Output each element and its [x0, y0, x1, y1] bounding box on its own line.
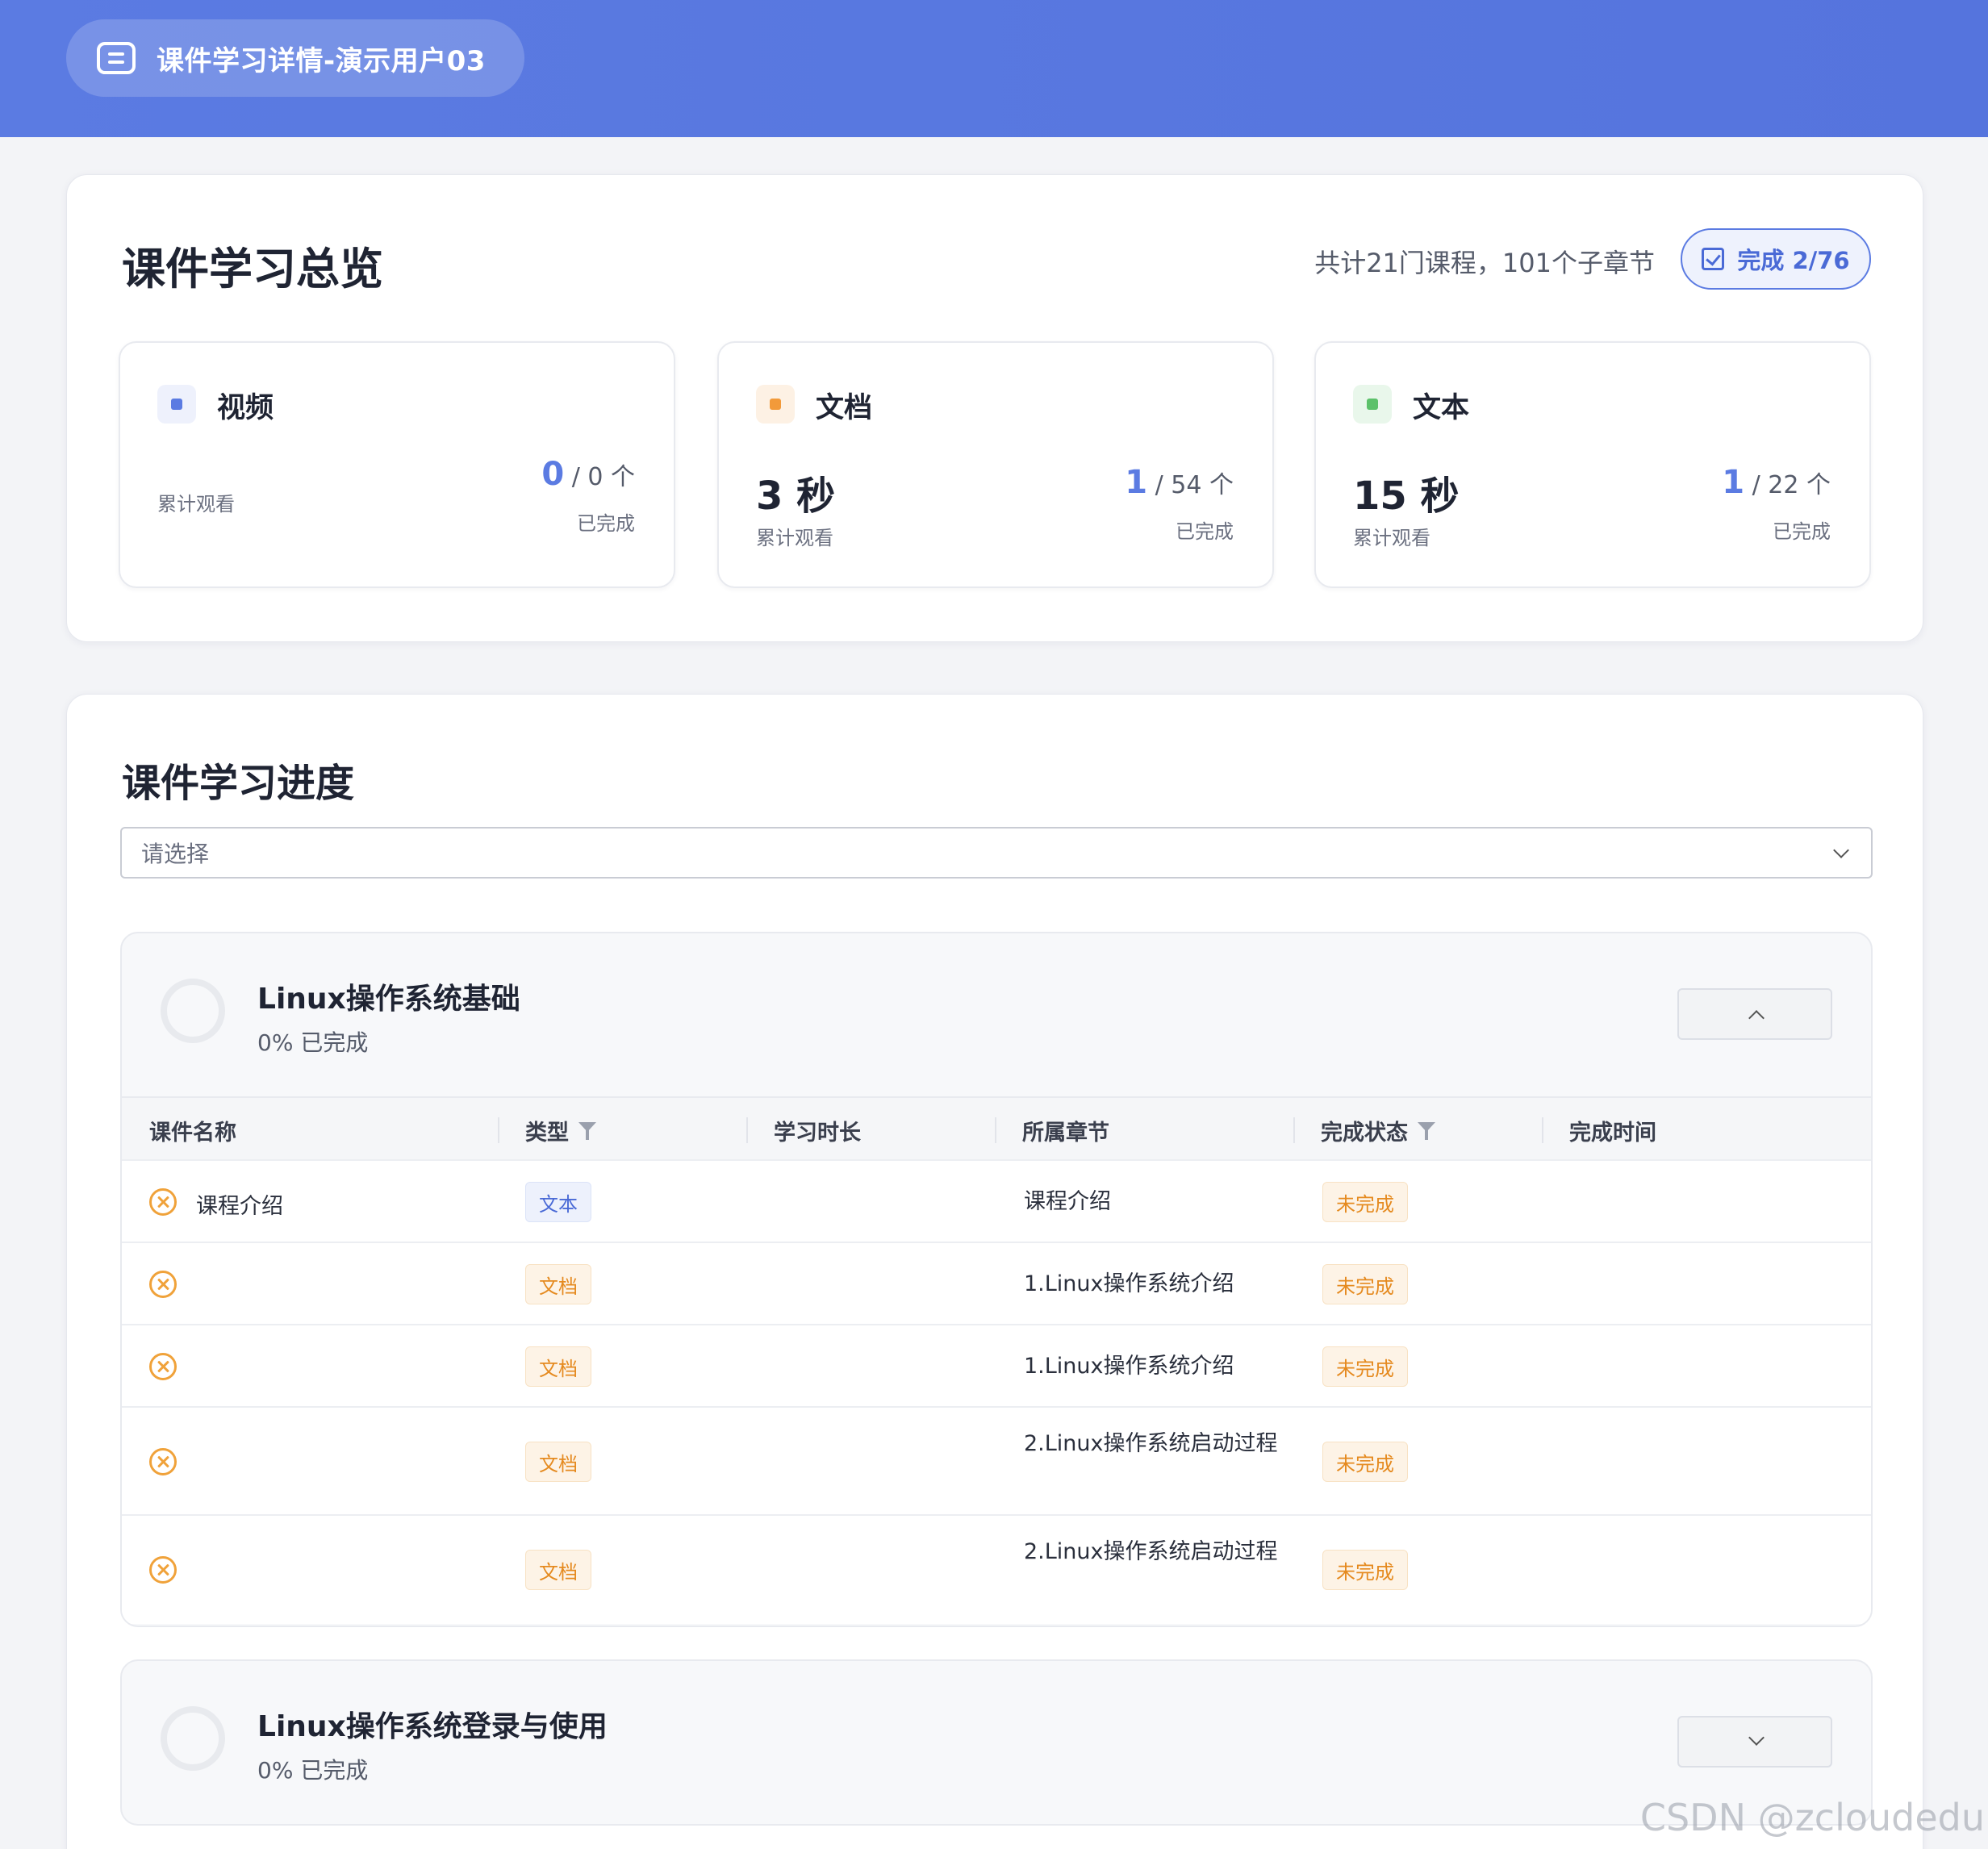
progress-ring [161, 979, 225, 1043]
video-icon [157, 385, 196, 424]
document-list-icon [97, 42, 136, 74]
stat-total-count: / 54 个 [1155, 471, 1234, 499]
table-row[interactable]: 文档 1.Linux操作系统介绍 未完成 [122, 1325, 1871, 1408]
chapter-name: 课程介绍 [1024, 1189, 1111, 1214]
collapse-button[interactable] [1677, 988, 1832, 1040]
status-badge: 未完成 [1322, 1264, 1408, 1304]
stat-watch-time: 15 秒 [1353, 474, 1460, 519]
table-row[interactable]: 文档 2.Linux操作系统启动过程 未完成 [122, 1516, 1871, 1624]
chapter-name: 1.Linux操作系统介绍 [1024, 1271, 1234, 1296]
stat-count: 1 / 54 个 [1125, 464, 1234, 501]
stat-card-video: 视频 累计观看 0 / 0 个 已完成 [119, 341, 675, 588]
column-header-name: 课件名称 [149, 1120, 236, 1146]
incomplete-icon [149, 1556, 177, 1584]
incomplete-icon [149, 1353, 177, 1380]
course-section: Linux操作系统基础 0% 已完成 课件名称 类型 学习时长 所属章节 完成状… [120, 932, 1873, 1627]
progress-card: 课件学习进度 请选择 Linux操作系统基础 0% 已完成 课件名称 类型 学习… [66, 694, 1923, 1849]
stat-watch-label: 累计观看 [756, 527, 833, 549]
course-section-title: Linux操作系统基础 [257, 983, 520, 1016]
type-tag: 文档 [525, 1264, 591, 1304]
overview-card: 课件学习总览 共计21门课程，101个子章节 完成 2/76 视频 累计观看 0… [66, 174, 1923, 642]
course-section-percent: 0% 已完成 [257, 1757, 369, 1784]
course-section-percent: 0% 已完成 [257, 1029, 369, 1056]
watermark: CSDN @zcloudedu [1639, 1796, 1985, 1839]
complete-progress-button[interactable]: 完成 2/76 [1681, 228, 1871, 290]
column-header-duration: 学习时长 [746, 1098, 861, 1162]
type-tag: 文档 [525, 1442, 591, 1482]
page-title-pill: 课件学习详情-演示用户03 [66, 19, 524, 97]
stat-card-text: 文本 15 秒 累计观看 1 / 22 个 已完成 [1314, 341, 1871, 588]
column-header-status[interactable]: 完成状态 [1293, 1098, 1435, 1162]
stat-done-count: 0 [541, 456, 565, 493]
column-header-finish-time: 完成时间 [1542, 1098, 1656, 1162]
stat-count: 0 / 0 个 [541, 456, 635, 493]
stat-done-count: 1 [1125, 464, 1148, 501]
document-icon [756, 385, 795, 424]
filter-icon[interactable] [1418, 1121, 1435, 1140]
stat-done-label: 已完成 [1176, 520, 1234, 543]
stat-done-label: 已完成 [577, 512, 635, 535]
stat-count: 1 / 22 个 [1722, 464, 1831, 501]
progress-title: 课件学习进度 [122, 761, 355, 806]
stat-done-count: 1 [1722, 464, 1745, 501]
stat-label: 文本 [1413, 392, 1470, 424]
course-section: Linux操作系统登录与使用 0% 已完成 [120, 1659, 1873, 1826]
type-tag: 文本 [525, 1182, 591, 1222]
stat-card-document: 文档 3 秒 累计观看 1 / 54 个 已完成 [717, 341, 1274, 588]
stat-total-count: / 22 个 [1752, 471, 1831, 499]
complete-progress-label: 完成 2/76 [1737, 247, 1850, 274]
column-header-type[interactable]: 类型 [498, 1098, 596, 1162]
top-banner: 课件学习详情-演示用户03 [0, 0, 1988, 137]
checkbox-icon [1702, 248, 1725, 270]
stat-done-label: 已完成 [1773, 520, 1831, 543]
status-badge: 未完成 [1322, 1346, 1408, 1387]
filter-icon[interactable] [578, 1121, 596, 1140]
table-row[interactable]: 文档 1.Linux操作系统介绍 未完成 [122, 1243, 1871, 1325]
stat-total-count: / 0 个 [571, 463, 635, 491]
expand-button[interactable] [1677, 1716, 1832, 1768]
incomplete-icon [149, 1448, 177, 1475]
overview-summary: 共计21门课程，101个子章节 [1314, 248, 1655, 278]
chevron-down-icon [1748, 1730, 1765, 1746]
type-tag: 文档 [525, 1550, 591, 1590]
type-tag: 文档 [525, 1346, 591, 1387]
status-badge: 未完成 [1322, 1550, 1408, 1590]
status-badge: 未完成 [1322, 1182, 1408, 1222]
table-row[interactable]: 文档 2.Linux操作系统启动过程 未完成 [122, 1408, 1871, 1516]
stat-label: 文档 [816, 392, 873, 424]
chapter-name: 2.Linux操作系统启动过程 [1024, 1431, 1278, 1456]
courseware-table: 课件名称 类型 学习时长 所属章节 完成状态 完成时间 课程介绍 文本 课程介绍… [122, 1096, 1871, 1624]
overview-title: 课件学习总览 [122, 244, 383, 294]
stat-watch-label: 累计观看 [1353, 527, 1430, 549]
stat-watch-time: 3 秒 [756, 474, 836, 519]
incomplete-icon [149, 1271, 177, 1298]
stat-label: 视频 [217, 392, 274, 424]
table-row[interactable]: 课程介绍 文本 课程介绍 未完成 [122, 1161, 1871, 1243]
page-title: 课件学习详情-演示用户03 [157, 44, 486, 77]
chevron-down-icon [1833, 842, 1849, 858]
chevron-up-icon [1748, 1010, 1765, 1026]
stat-watch-label: 累计观看 [157, 493, 235, 515]
course-select[interactable]: 请选择 [120, 827, 1873, 879]
column-header-chapter: 所属章节 [995, 1098, 1109, 1162]
table-header: 课件名称 类型 学习时长 所属章节 完成状态 完成时间 [122, 1096, 1871, 1162]
chapter-name: 2.Linux操作系统启动过程 [1024, 1539, 1278, 1564]
status-badge: 未完成 [1322, 1442, 1408, 1482]
chapter-name: 1.Linux操作系统介绍 [1024, 1354, 1234, 1379]
progress-ring [161, 1706, 225, 1771]
course-select-placeholder: 请选择 [141, 841, 210, 867]
text-icon [1353, 385, 1392, 424]
incomplete-icon [149, 1188, 177, 1216]
course-section-title: Linux操作系统登录与使用 [257, 1710, 608, 1743]
courseware-name: 课程介绍 [196, 1194, 283, 1219]
